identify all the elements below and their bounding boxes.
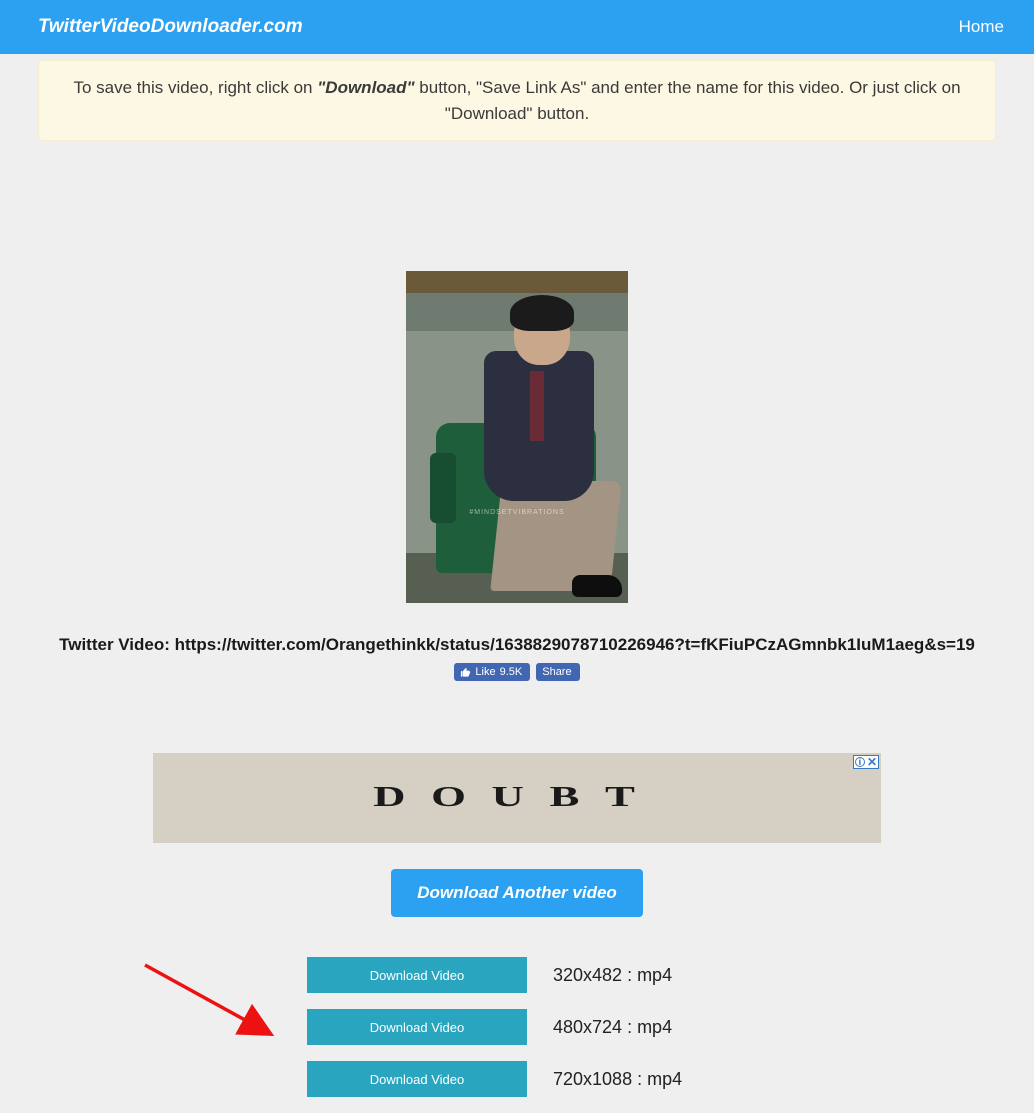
page: To save this video, right click on "Down…: [0, 60, 1034, 1097]
info-banner: To save this video, right click on "Down…: [38, 60, 996, 141]
facebook-row: Like 9.5K Share: [38, 663, 996, 681]
thumbnail-wrap: #MINDSETVIBRATIONS: [38, 271, 996, 603]
banner-download-word: "Download": [317, 78, 414, 97]
video-thumbnail[interactable]: #MINDSETVIBRATIONS: [406, 271, 628, 603]
fb-share-label: Share: [542, 666, 571, 678]
download-button-0[interactable]: Download Video: [307, 957, 527, 993]
download-another-button[interactable]: Download Another video: [391, 869, 643, 917]
ad-badge: i ✕: [853, 755, 879, 769]
ad-banner[interactable]: DOUBT i ✕: [153, 753, 881, 843]
ad-text: DOUBT: [373, 782, 660, 814]
banner-prefix: To save this video, right click on: [73, 78, 317, 97]
download-format-1: 480x724 : mp4: [553, 1017, 672, 1038]
ad-close-icon[interactable]: ✕: [867, 757, 877, 767]
banner-suffix: button, "Save Link As" and enter the nam…: [415, 78, 961, 123]
download-button-2[interactable]: Download Video: [307, 1061, 527, 1097]
fb-share-button[interactable]: Share: [536, 663, 579, 681]
navbar: TwitterVideoDownloader.com Home: [0, 0, 1034, 54]
arrow-annotation: [137, 959, 287, 1049]
fb-like-button[interactable]: Like 9.5K: [454, 663, 530, 681]
fb-like-label: Like: [475, 666, 495, 678]
thumbs-up-icon: [460, 667, 471, 678]
video-url-label: Twitter Video: https://twitter.com/Orang…: [38, 635, 996, 655]
thumbnail-watermark: #MINDSETVIBRATIONS: [406, 509, 628, 516]
download-format-0: 320x482 : mp4: [553, 965, 672, 986]
brand-link[interactable]: TwitterVideoDownloader.com: [38, 16, 303, 38]
ad-info-icon[interactable]: i: [855, 757, 865, 767]
fb-like-count: 9.5K: [500, 666, 523, 678]
nav-home[interactable]: Home: [959, 17, 1004, 37]
download-button-1[interactable]: Download Video: [307, 1009, 527, 1045]
download-row: Download Video 720x1088 : mp4: [137, 1061, 897, 1097]
content: To save this video, right click on "Down…: [18, 60, 1016, 1097]
download-table: Download Video 320x482 : mp4 Download Vi…: [137, 957, 897, 1097]
download-format-2: 720x1088 : mp4: [553, 1069, 682, 1090]
